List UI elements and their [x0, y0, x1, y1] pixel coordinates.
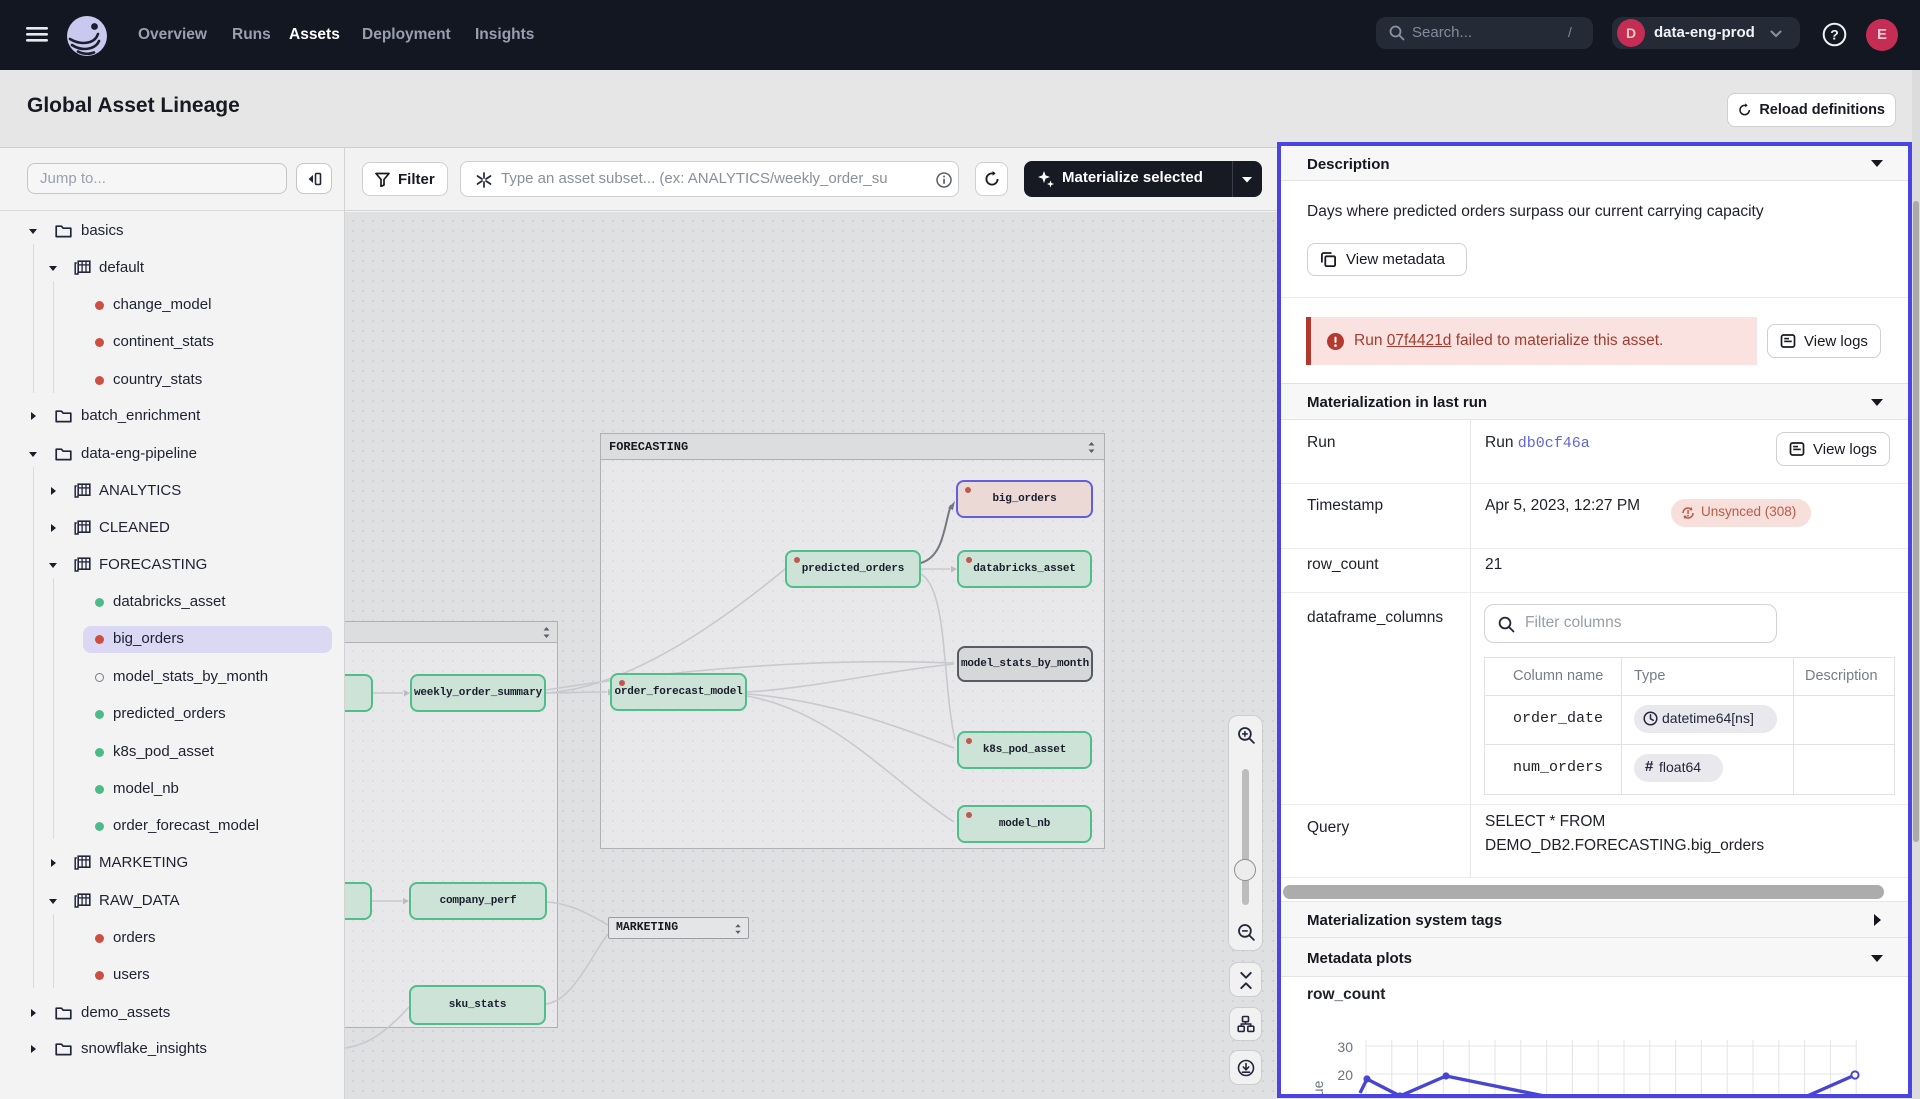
svg-text:?: ?: [1830, 26, 1839, 42]
svg-text:Value: Value: [1310, 1080, 1326, 1094]
svg-text:20: 20: [1337, 1067, 1353, 1083]
svg-text:30: 30: [1337, 1039, 1353, 1055]
